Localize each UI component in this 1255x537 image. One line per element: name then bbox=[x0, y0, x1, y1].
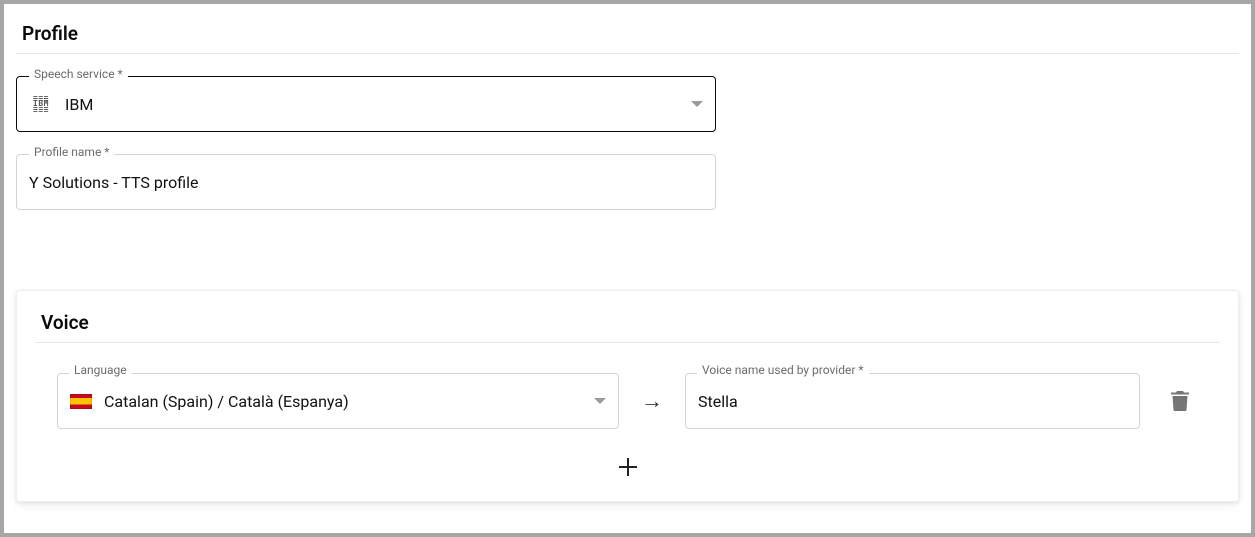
add-voice-row bbox=[35, 449, 1220, 485]
chevron-down-icon bbox=[691, 101, 703, 107]
profile-name-input[interactable] bbox=[29, 173, 703, 192]
voice-name-label: Voice name used by provider * bbox=[697, 364, 869, 376]
voice-name-input[interactable] bbox=[698, 392, 1127, 411]
trash-icon bbox=[1171, 391, 1189, 411]
language-value: Catalan (Spain) / Català (Espanya) bbox=[104, 392, 582, 411]
divider bbox=[35, 342, 1220, 343]
page-container: Profile Speech service * ≡≡≡IBM≡≡≡ IBM P… bbox=[4, 4, 1251, 533]
profile-section-title: Profile bbox=[16, 22, 1239, 45]
language-label: Language bbox=[69, 364, 132, 376]
speech-service-label: Speech service * bbox=[29, 68, 128, 80]
speech-service-value: IBM bbox=[65, 95, 679, 114]
divider bbox=[16, 53, 1239, 54]
delete-voice-button[interactable] bbox=[1162, 383, 1198, 419]
flag-spain-icon bbox=[70, 394, 92, 409]
chevron-down-icon bbox=[594, 398, 606, 404]
ibm-logo-icon: ≡≡≡IBM≡≡≡ bbox=[29, 96, 53, 113]
profile-name-field[interactable]: Profile name * bbox=[16, 154, 716, 210]
voice-section: Voice Language Catalan (Spain) / Català … bbox=[16, 290, 1239, 502]
profile-section: Profile Speech service * ≡≡≡IBM≡≡≡ IBM P… bbox=[16, 22, 1239, 210]
voice-name-field[interactable]: Voice name used by provider * bbox=[685, 373, 1140, 429]
language-field[interactable]: Language Catalan (Spain) / Català (Espan… bbox=[57, 373, 619, 429]
voice-row: Language Catalan (Spain) / Català (Espan… bbox=[35, 373, 1220, 429]
arrow-right-icon: → bbox=[641, 388, 663, 414]
speech-service-field[interactable]: Speech service * ≡≡≡IBM≡≡≡ IBM bbox=[16, 76, 716, 132]
add-voice-button[interactable] bbox=[610, 449, 646, 485]
voice-section-title: Voice bbox=[35, 311, 1220, 334]
plus-icon bbox=[619, 458, 637, 476]
profile-name-label: Profile name * bbox=[29, 146, 114, 158]
